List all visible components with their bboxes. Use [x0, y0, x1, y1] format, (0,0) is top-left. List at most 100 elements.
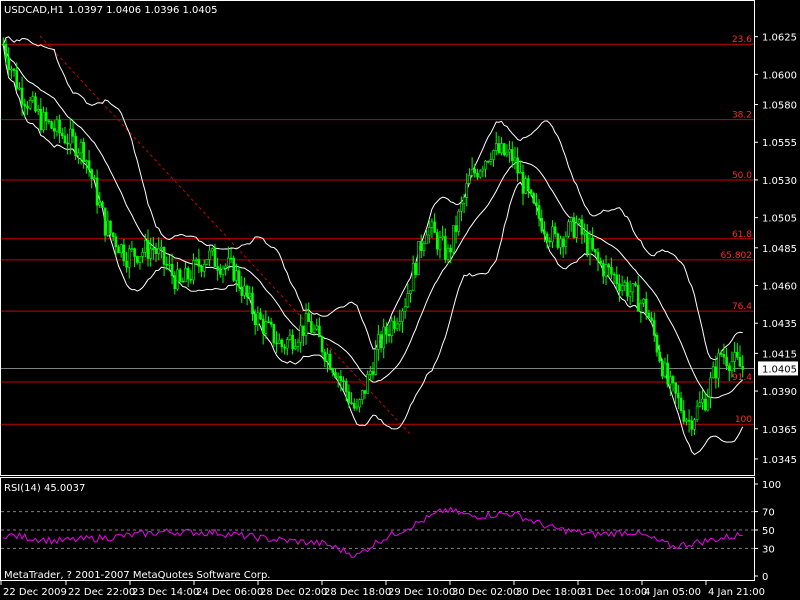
candle-body	[181, 280, 185, 283]
candle-body	[398, 321, 402, 325]
candle-body	[497, 143, 501, 153]
candle-body	[318, 325, 321, 338]
candle-body	[304, 313, 308, 337]
candle-body	[433, 221, 436, 233]
candle-body	[634, 283, 637, 286]
candle-body	[237, 270, 241, 288]
candle-body	[326, 353, 329, 362]
candle-body	[701, 398, 704, 403]
candle-body	[569, 217, 573, 223]
candle-body	[620, 285, 624, 291]
candle-body	[350, 402, 353, 404]
fib-level-label: 65.802	[721, 251, 753, 261]
candle-body	[537, 205, 541, 219]
candle-body	[371, 371, 375, 375]
candle-body	[66, 142, 69, 145]
candle-body	[409, 290, 412, 294]
candle-body	[703, 398, 707, 411]
candle-body	[261, 318, 265, 334]
candle-body	[553, 226, 557, 235]
candle-body	[519, 171, 522, 174]
candle-body	[444, 236, 447, 260]
fib-level-label: 38.2	[732, 111, 752, 121]
candle-body	[465, 183, 469, 198]
rsi-tick-label: 100	[762, 480, 781, 491]
candle-body	[141, 251, 144, 257]
ohlc-quote: 1.0397 1.0406 1.0396 1.0405	[68, 5, 218, 16]
candle-body	[510, 149, 514, 162]
price-tick-label: 1.0485	[762, 244, 797, 255]
candle-body	[532, 193, 536, 204]
current-price-label: 1.0405	[762, 364, 797, 375]
candle-body	[556, 233, 560, 248]
price-tick-label: 1.0530	[762, 176, 797, 187]
time-tick-label: 29 Dec 10:00	[388, 587, 455, 598]
candle-body	[31, 96, 35, 101]
candle-body	[15, 70, 19, 89]
candle-body	[50, 121, 53, 129]
candle-body	[460, 203, 463, 212]
candle-body	[540, 218, 544, 232]
candle-body	[462, 197, 466, 204]
candle-body	[730, 361, 734, 371]
price-tick-label: 1.0435	[762, 319, 797, 330]
price-tick-label: 1.0600	[762, 70, 797, 81]
candle-body	[26, 105, 29, 109]
candle-body	[149, 248, 152, 259]
candle-body	[160, 246, 163, 249]
candle-body	[738, 356, 742, 367]
candle-body	[69, 128, 72, 145]
candle-body	[355, 406, 359, 409]
candle-body	[449, 247, 452, 253]
candle-body	[184, 268, 187, 283]
candle-body	[170, 264, 174, 276]
time-tick-label: 24 Dec 06:00	[196, 587, 263, 598]
candle-body	[564, 235, 568, 247]
candle-body	[604, 264, 608, 277]
price-tick-label: 1.0415	[762, 349, 797, 360]
candle-body	[559, 238, 562, 248]
candle-body	[336, 375, 340, 379]
candle-body	[243, 285, 246, 296]
candle-body	[208, 250, 211, 260]
time-tick-label: 28 Dec 18:00	[324, 587, 391, 598]
candle-body	[677, 393, 680, 399]
candle-body	[644, 298, 648, 314]
candle-body	[323, 351, 327, 362]
candle-body	[516, 157, 519, 174]
candle-body	[508, 149, 511, 153]
candle-body	[663, 362, 667, 377]
candle-body	[695, 405, 699, 421]
candle-body	[524, 178, 527, 194]
candle-body	[60, 132, 64, 137]
candle-body	[219, 270, 222, 275]
candle-body	[216, 266, 219, 271]
candle-body	[652, 320, 656, 336]
time-tick-label: 22 Dec 2009	[3, 587, 67, 598]
candle-body	[711, 366, 715, 379]
copyright-text: MetaTrader, ? 2001-2007 MetaQuotes Softw…	[4, 570, 270, 581]
candle-body	[660, 360, 664, 377]
candle-body	[200, 266, 203, 272]
candle-body	[259, 312, 262, 320]
candle-body	[607, 264, 611, 268]
candle-body	[478, 170, 482, 178]
candle-body	[596, 251, 600, 262]
rsi-tick-label: 50	[762, 526, 775, 537]
candle-body	[403, 306, 407, 312]
candle-body	[527, 178, 530, 191]
candle-body	[502, 143, 506, 156]
time-tick-label: 4 Jan 05:00	[644, 587, 701, 598]
candle-body	[130, 248, 134, 250]
candle-body	[687, 419, 691, 422]
candle-body	[101, 202, 104, 209]
candle-body	[334, 372, 337, 379]
time-tick-label: 23 Dec 14:00	[132, 587, 199, 598]
fib-level-label: 61.8	[732, 230, 752, 240]
price-tick-label: 1.0555	[762, 138, 797, 149]
candle-body	[229, 257, 233, 260]
candle-body	[119, 244, 123, 254]
candle-body	[585, 232, 589, 255]
candle-body	[315, 325, 319, 330]
candle-body	[125, 260, 128, 268]
